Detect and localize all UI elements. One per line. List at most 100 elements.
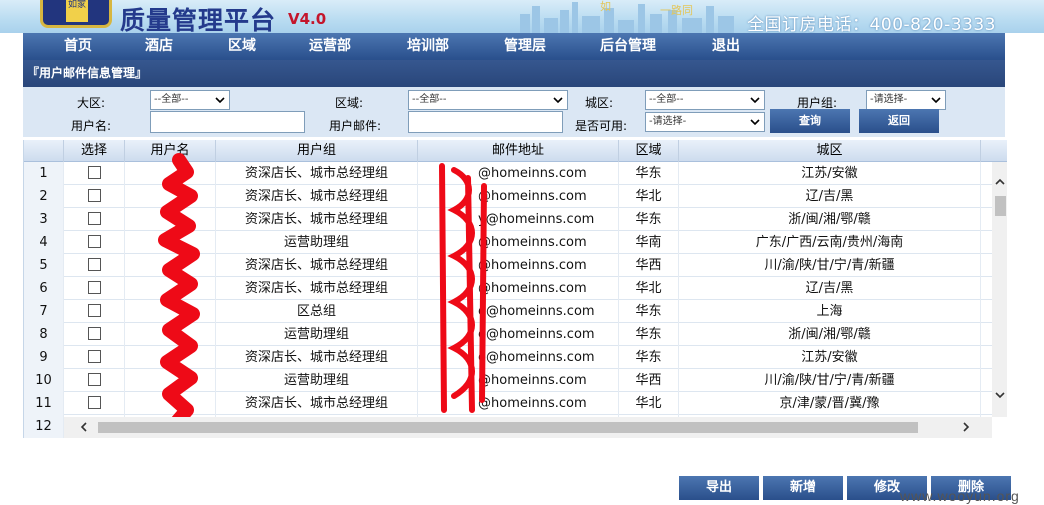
select-cell [64,231,125,254]
region-cell: 华东 [619,300,679,323]
main-nav: 首页 酒店 区域 运营部 培训部 管理层 后台管理 退出 [23,33,1005,60]
nav-management[interactable]: 管理层 [504,33,546,60]
region-cell: 华东 [619,323,679,346]
username-label: 用户名: [71,119,112,133]
nav-logout[interactable]: 退出 [712,33,740,60]
row-checkbox[interactable] [87,258,101,271]
row-checkbox[interactable] [87,212,101,225]
column-header-region: 区域 [619,140,679,162]
select-cell [64,162,125,185]
user-group-cell: 资深店长、城市总经理组 [216,185,418,208]
enabled-select-value: -请选择- [649,116,687,127]
row-checkbox[interactable] [87,281,101,294]
enabled-select[interactable]: -请选择- [645,112,765,132]
svg-text:如: 如 [600,0,611,13]
user-group-select[interactable]: -请选择- [866,90,946,110]
user-group-select-value: -请选择- [870,94,908,105]
nav-training[interactable]: 培训部 [407,33,449,60]
column-header-user-group: 用户组 [216,140,418,162]
row-number-cell: 4 [24,231,64,254]
region-select[interactable]: --全部-- [150,90,230,110]
nav-admin[interactable]: 后台管理 [600,33,656,60]
user-group-cell: 运营助理组 [216,231,418,254]
user-group-cell: 区总组 [216,300,418,323]
horizontal-scroll-thumb[interactable] [98,422,918,433]
city-cell: 浙/闽/湘/鄂/赣 [679,208,981,231]
city-label: 城区: [585,96,614,110]
city-cell: 江苏/安徽 [679,346,981,369]
app-version: V4.0 [288,10,327,28]
nav-hotel[interactable]: 酒店 [145,33,173,60]
row-checkbox[interactable] [87,396,101,409]
user-email-table: 选择 用户名 用户组 邮件地址 区域 城区 1 资深店长、城市总经理组 @homei… [23,140,1007,438]
search-button[interactable]: 查询 [770,109,850,133]
city-select-value: --全部-- [649,94,684,105]
select-cell [64,208,125,231]
nav-operations[interactable]: 运营部 [309,33,351,60]
hotline-text: 全国订房电话：400-820-3333 [747,15,996,33]
username-input[interactable] [150,111,305,133]
nav-home[interactable]: 首页 [64,33,92,60]
region-cell: 华西 [619,254,679,277]
add-button[interactable]: 新增 [763,476,843,500]
brand-logo-text: 如家 [66,0,88,22]
row-number-cell: 1 [24,162,64,185]
user-group-cell: 运营助理组 [216,369,418,392]
user-group-cell: 资深店长、城市总经理组 [216,277,418,300]
scroll-up-icon[interactable] [994,176,1006,188]
select-cell [64,254,125,277]
select-cell [64,323,125,346]
region-cell: 华北 [619,392,679,415]
horizontal-scrollbar[interactable] [64,417,992,438]
scroll-down-icon[interactable] [994,389,1006,401]
app-header: 如家 质量管理平台 V4.0 如 一路同 全国订房电话：400-820-3333 [0,0,1044,33]
app-title: 质量管理平台 [120,6,277,33]
vertical-scroll-thumb[interactable] [995,196,1006,216]
redaction-scribble-email [439,163,487,413]
city-select[interactable]: --全部-- [645,90,765,110]
row-checkbox[interactable] [87,373,101,386]
user-email-label: 用户邮件: [329,119,382,133]
area-select[interactable]: --全部-- [408,90,568,110]
user-group-cell: 运营助理组 [216,323,418,346]
row-number-cell: 8 [24,323,64,346]
area-select-value: --全部-- [412,94,447,105]
city-cell: 上海 [679,300,981,323]
row-checkbox[interactable] [87,327,101,340]
region-cell: 华南 [619,231,679,254]
svg-text:一路同: 一路同 [660,4,693,17]
vertical-scrollbar[interactable] [992,162,1007,417]
city-cell: 浙/闽/湘/鄂/赣 [679,323,981,346]
row-checkbox[interactable] [87,304,101,317]
scroll-right-icon[interactable] [960,421,972,433]
region-cell: 华北 [619,277,679,300]
back-button[interactable]: 返回 [859,109,939,133]
user-email-input[interactable] [408,111,563,133]
user-group-cell: 资深店长、城市总经理组 [216,346,418,369]
region-cell: 华北 [619,185,679,208]
region-label: 大区: [77,96,106,110]
nav-area[interactable]: 区域 [228,33,256,60]
skyline-decoration: 如 一路同 [520,0,734,33]
user-group-cell: 资深店长、城市总经理组 [216,254,418,277]
header-row-number [24,140,64,162]
row-checkbox[interactable] [87,189,101,202]
column-header-email: 邮件地址 [418,140,619,162]
chevron-down-icon [215,97,225,104]
row-number-cell: 5 [24,254,64,277]
scroll-left-icon[interactable] [78,421,90,433]
city-cell: 广东/广西/云南/贵州/海南 [679,231,981,254]
row-checkbox[interactable] [87,350,101,363]
area-label: 区域: [335,96,364,110]
select-cell [64,185,125,208]
row-checkbox[interactable] [87,235,101,248]
row-checkbox[interactable] [87,166,101,179]
watermark-text: www.wooyun.org [900,488,1020,504]
row-number-cell: 12 [24,415,64,438]
row-number-cell: 2 [24,185,64,208]
chevron-down-icon [750,119,760,126]
region-cell: 华东 [619,346,679,369]
export-button[interactable]: 导出 [679,476,759,500]
region-select-value: --全部-- [154,94,189,105]
enabled-label: 是否可用: [575,119,628,133]
